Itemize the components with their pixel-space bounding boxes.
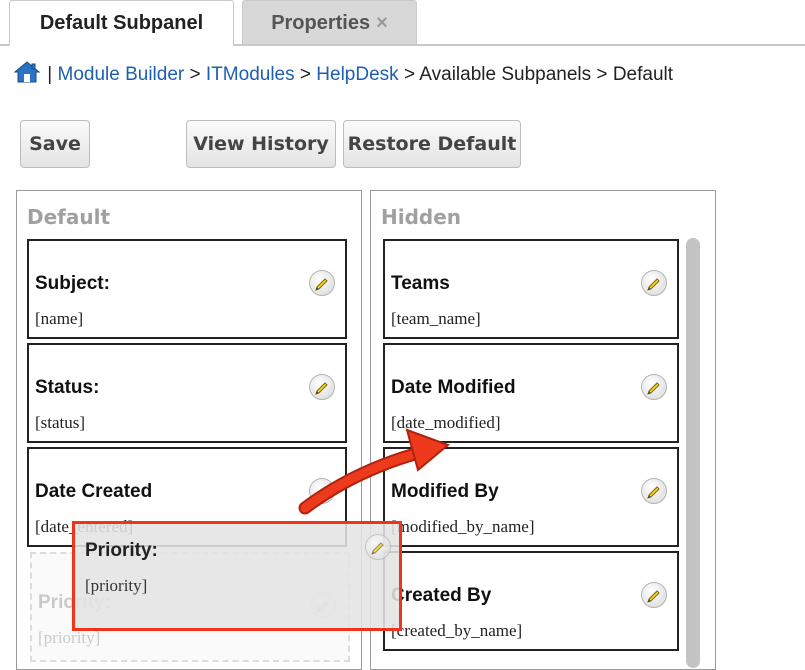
tab-bar: Default Subpanel Properties × [0, 0, 805, 46]
breadcrumb-helpdesk[interactable]: HelpDesk [316, 64, 398, 85]
field-name: [name] [35, 309, 84, 328]
field-created-by[interactable]: Created By [created_by_name] [383, 551, 679, 651]
field-label: Created By [391, 585, 492, 606]
field-modified-by[interactable]: Modified By [modified_by_name] [383, 447, 679, 547]
field-date-modified[interactable]: Date Modified [date_modified] [383, 343, 679, 443]
field-label: Modified By [391, 481, 499, 502]
edit-pencil-icon[interactable] [309, 374, 335, 400]
edit-pencil-icon[interactable] [641, 270, 667, 296]
field-label: Teams [391, 273, 450, 294]
breadcrumb-gt: > [596, 64, 608, 85]
field-name: [date_modified] [391, 413, 501, 432]
field-label: Date Modified [391, 377, 516, 398]
hidden-panel-scrollbar[interactable] [686, 238, 700, 668]
tab-default-subpanel-label: Default Subpanel [39, 12, 204, 34]
placeholder-name: [priority] [38, 628, 101, 647]
hidden-panel: Hidden Teams [team_name] Date Modified [… [370, 190, 716, 670]
field-subject[interactable]: Subject: [name] [27, 239, 347, 339]
field-name: [status] [35, 413, 86, 432]
edit-pencil-icon[interactable] [641, 478, 667, 504]
field-label: Status: [35, 377, 100, 398]
tab-default-subpanel[interactable]: Default Subpanel [9, 0, 234, 46]
field-label: Date Created [35, 481, 153, 502]
breadcrumb-available-subpanels: Available Subpanels [419, 64, 592, 85]
home-icon[interactable] [13, 61, 41, 83]
close-icon[interactable]: × [376, 12, 388, 34]
breadcrumb-itmodules[interactable]: ITModules [206, 64, 295, 85]
field-teams[interactable]: Teams [team_name] [383, 239, 679, 339]
breadcrumb-gt: > [403, 64, 416, 85]
breadcrumb-module-builder[interactable]: Module Builder [58, 64, 185, 85]
edit-pencil-icon [365, 534, 391, 560]
field-label: Subject: [35, 273, 110, 294]
field-name: [modified_by_name] [391, 517, 535, 536]
dragged-field-label: Priority: [85, 540, 158, 561]
restore-default-button[interactable]: Restore Default [343, 120, 521, 168]
dragged-field-name: [priority] [85, 576, 148, 595]
edit-pencil-icon[interactable] [309, 478, 335, 504]
field-name: [created_by_name] [391, 621, 523, 640]
breadcrumb-gt: > [189, 64, 201, 85]
breadcrumb-separator: | [47, 64, 53, 85]
hidden-panel-title: Hidden [381, 205, 462, 229]
edit-pencil-icon[interactable] [309, 270, 335, 296]
save-button[interactable]: Save [20, 120, 90, 168]
field-status[interactable]: Status: [status] [27, 343, 347, 443]
tab-properties-label: Properties [271, 12, 371, 34]
tab-properties[interactable]: Properties × [242, 0, 417, 44]
breadcrumb: | Module Builder > ITModules > HelpDesk … [13, 61, 674, 89]
edit-pencil-icon[interactable] [641, 374, 667, 400]
default-panel-title: Default [27, 205, 111, 229]
dragged-field-priority[interactable]: Priority: [priority] [72, 521, 402, 631]
view-history-button[interactable]: View History [186, 120, 336, 168]
field-name: [team_name] [391, 309, 481, 328]
breadcrumb-gt: > [299, 64, 312, 85]
breadcrumb-default: Default [612, 64, 674, 85]
edit-pencil-icon[interactable] [641, 582, 667, 608]
